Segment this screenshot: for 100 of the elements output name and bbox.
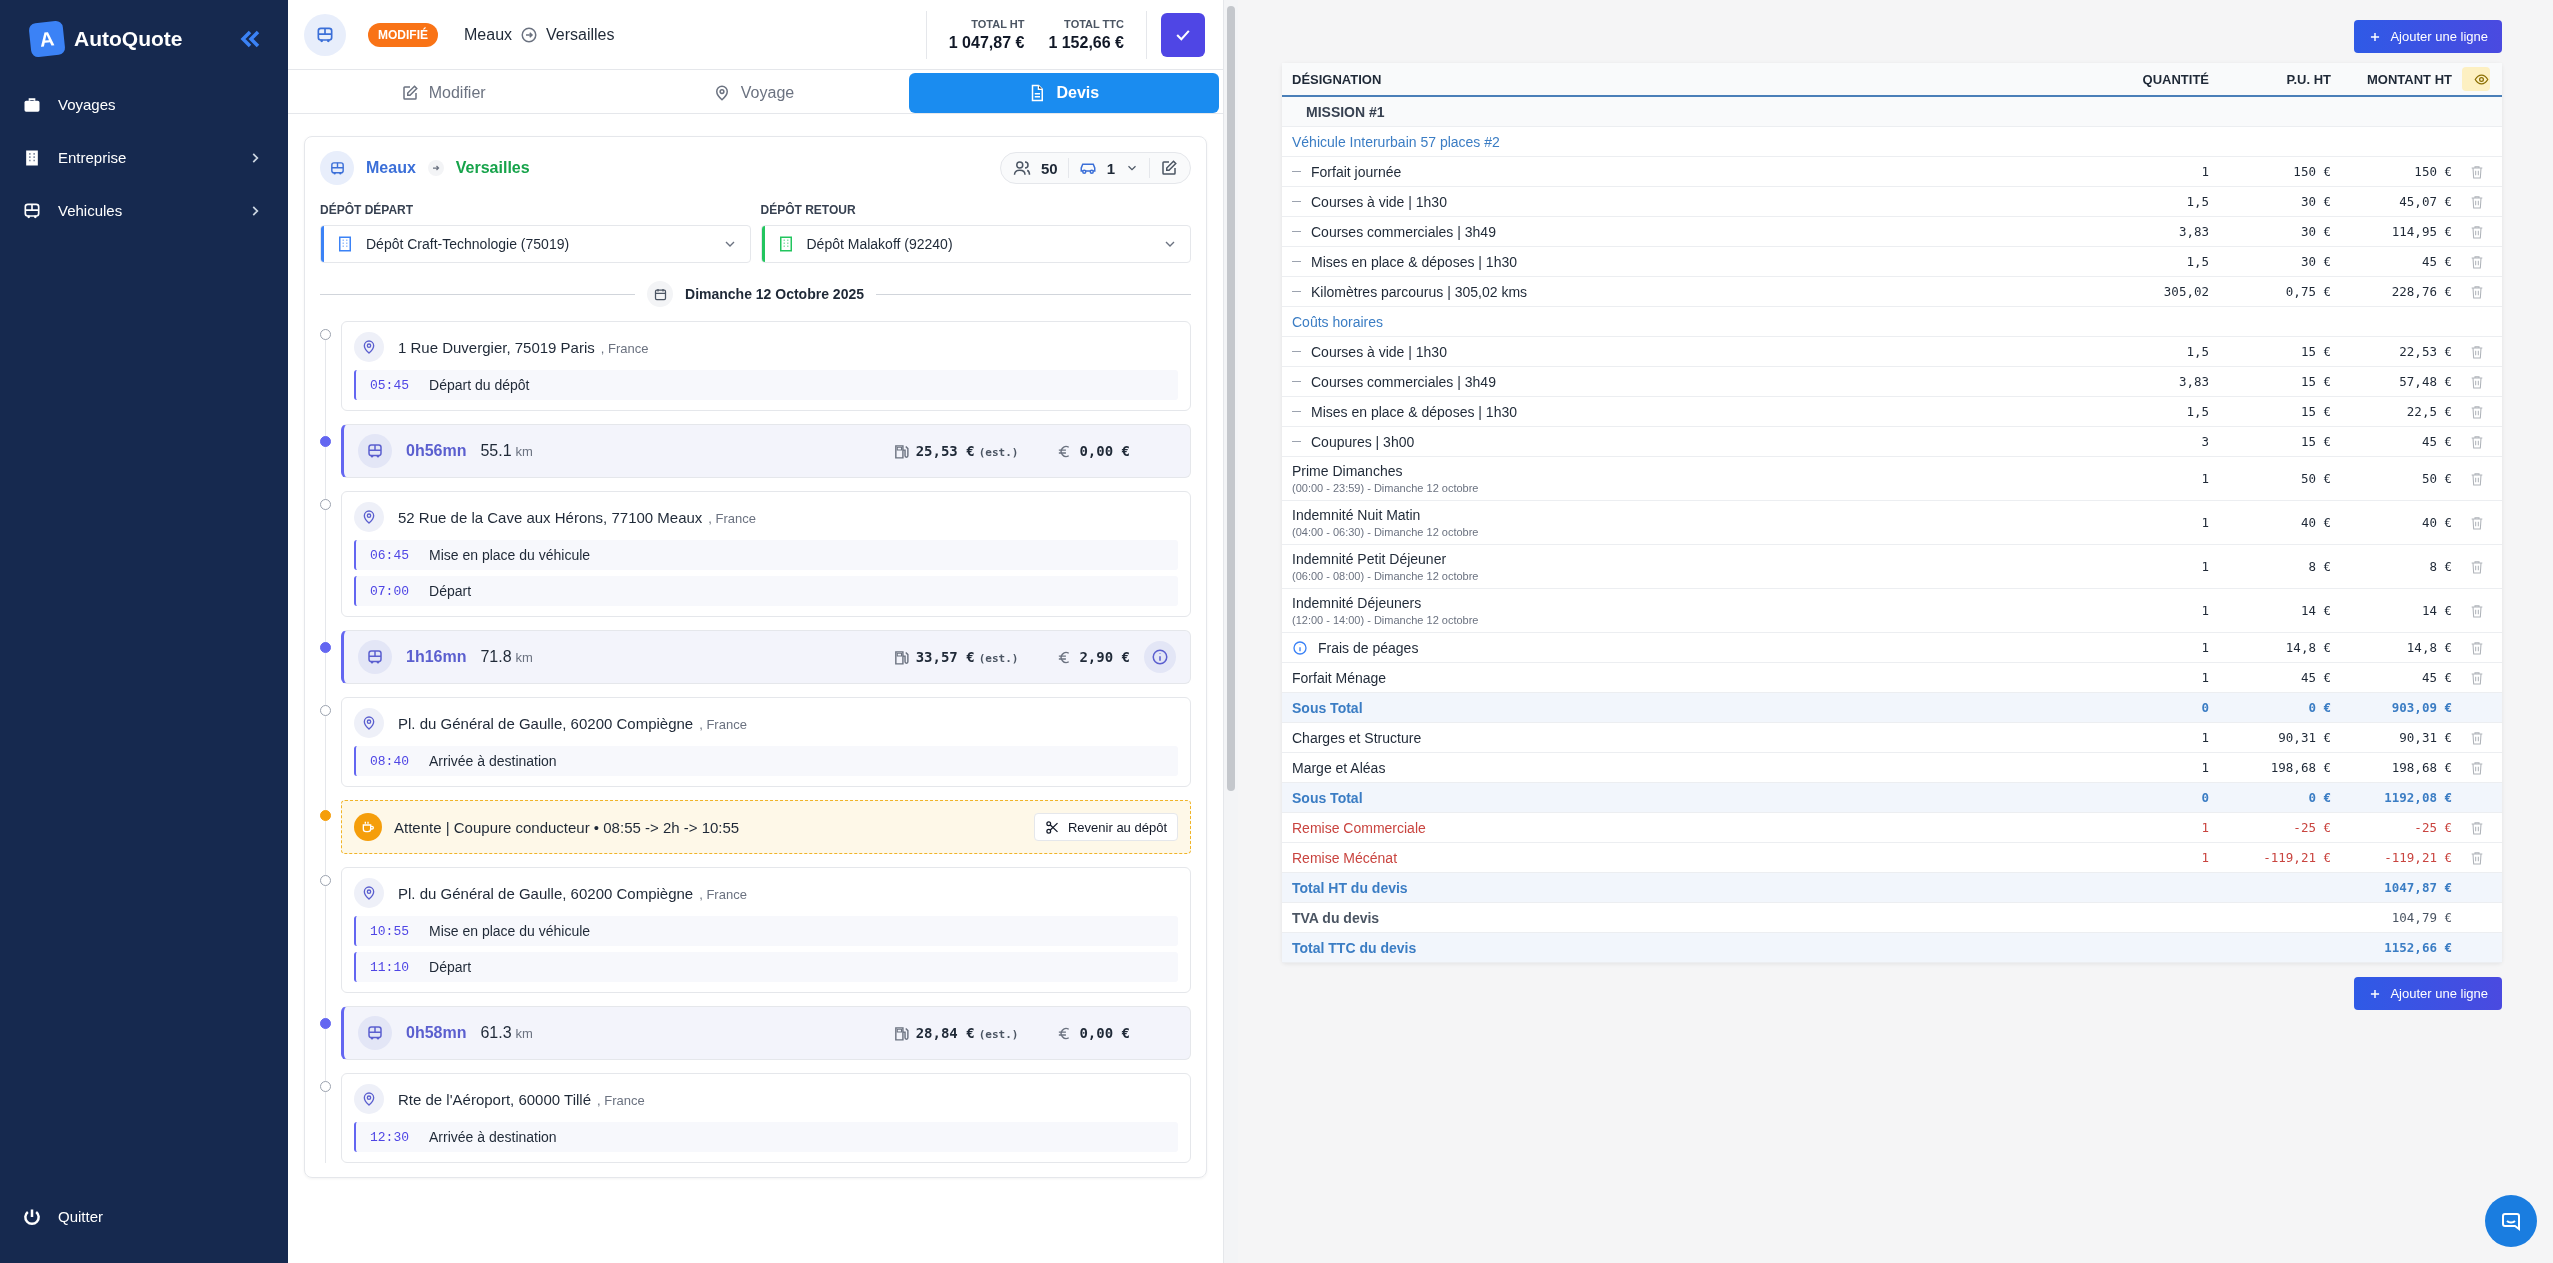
timeline-dot — [320, 1081, 331, 1092]
event-label: Départ — [429, 583, 472, 599]
quantity-cell-text: 3,83 — [2177, 374, 2209, 389]
fuel-cost: 33,57 € (est.) — [915, 649, 1019, 665]
line-label: Charges et Structure — [1292, 729, 1422, 746]
route-origin: Meaux — [464, 25, 513, 44]
wait-text: Attente | Coupure conducteur • 08:55 -> 2h -> 10:55 — [394, 818, 741, 836]
subtotal-label: Sous Total — [1291, 699, 1364, 716]
quantity-cell-text: 305,02 — [2162, 284, 2209, 299]
toll-cost: 2,90 € — [1079, 649, 1130, 665]
amount-cell-text: 14,8 € — [2405, 640, 2452, 655]
event-time: 10:55 — [370, 923, 409, 939]
bus-icon — [358, 640, 392, 674]
delete-icon[interactable] — [2469, 373, 2485, 390]
line-label: Prime Dimanches — [1292, 463, 1404, 479]
event-time: 07:00 — [370, 583, 409, 599]
amount-cell-text: 90,31 € — [2398, 730, 2452, 745]
calendar-icon — [647, 281, 673, 307]
unit-price-cell-text: 198,68 € — [2269, 760, 2331, 775]
delete-icon[interactable] — [2469, 639, 2485, 656]
delete-icon[interactable] — [2469, 343, 2485, 360]
amount-cell-text: 22,53 € — [2398, 344, 2452, 359]
line-label: Indemnité Petit Déjeuner — [1292, 551, 1448, 567]
drive-duration: 0h58mn — [406, 1024, 467, 1042]
sidebar-item[interactable]: Entreprise — [0, 131, 288, 184]
delete-icon[interactable] — [2469, 602, 2485, 619]
quit-button[interactable]: Quitter — [0, 1190, 288, 1243]
total-label: Total HT du devis — [1291, 879, 1409, 896]
timeline-dot — [320, 705, 331, 716]
delete-icon[interactable] — [2469, 669, 2485, 686]
quantity-cell-text: 1,5 — [2185, 344, 2209, 359]
delete-icon[interactable] — [2469, 433, 2485, 450]
timeline-dot — [320, 810, 331, 821]
quantity-cell-text: 0 — [2200, 790, 2209, 805]
event-label: Départ du dépôt — [429, 377, 530, 393]
unit-price-cell-text: 150 € — [2292, 164, 2331, 179]
line-detail: (12:00 - 14:00) - Dimanche 12 octobre — [1292, 614, 1480, 626]
delete-icon[interactable] — [2469, 759, 2485, 776]
timeline-dot — [320, 642, 331, 653]
delete-icon[interactable] — [2469, 514, 2485, 531]
location-pin-icon — [354, 878, 384, 908]
brand-name: AutoQuote — [74, 27, 184, 51]
add-line-button[interactable]: Ajouter une ligne — [2354, 20, 2502, 53]
field-label: DÉPÔT RETOUR — [760, 203, 857, 217]
status-badge: MODIFIÉ — [368, 22, 438, 47]
unit-price-cell-text: 30 € — [2299, 194, 2331, 209]
delete-icon[interactable] — [2469, 223, 2485, 240]
unit-price-cell-text: 0,75 € — [2284, 284, 2331, 299]
delete-icon[interactable] — [2469, 558, 2485, 575]
chat-button[interactable] — [2485, 1195, 2537, 1247]
event-time: 11:10 — [370, 959, 409, 975]
amount-cell-text: 1152,66 € — [2383, 940, 2452, 955]
people-icon — [1012, 159, 1031, 177]
sidebar-item[interactable]: Voyages — [0, 78, 288, 131]
vehicle-count[interactable]: 1 — [1106, 159, 1115, 177]
delete-icon[interactable] — [2469, 819, 2485, 836]
amount-cell-text: 104,79 € — [2390, 910, 2452, 925]
delete-icon[interactable] — [2469, 729, 2485, 746]
quantity-cell-text: 3 — [2200, 434, 2209, 449]
quantity-cell-text: 1 — [2200, 640, 2209, 655]
info-button[interactable] — [1144, 641, 1176, 673]
stop-address: Pl. du Général de Gaulle, 60200 Compiègne , France — [398, 714, 747, 732]
confirm-button[interactable] — [1161, 12, 1205, 57]
group-title: Coûts horaires — [1291, 313, 1385, 330]
quantity-cell-text: 1 — [2200, 471, 2209, 486]
sidebar-item[interactable]: Vehicules — [0, 184, 288, 237]
unit-price-cell-text: 15 € — [2299, 344, 2331, 359]
bus-icon — [320, 151, 354, 185]
total-label: TOTAL HT — [971, 17, 1025, 30]
visibility-toggle[interactable] — [2462, 67, 2490, 91]
delete-icon[interactable] — [2469, 163, 2485, 180]
info-icon[interactable] — [1292, 639, 1308, 656]
delete-icon[interactable] — [2469, 253, 2485, 270]
amount-cell-text: 198,68 € — [2390, 760, 2452, 775]
delete-icon[interactable] — [2469, 849, 2485, 866]
depot-select[interactable]: Dépôt Craft-Technologie (75019) — [320, 225, 751, 263]
delete-icon[interactable] — [2469, 403, 2485, 420]
column-header: DÉSIGNATION — [1291, 71, 1383, 87]
delete-icon[interactable] — [2469, 470, 2485, 487]
unit-price-cell-text: 8 € — [2307, 559, 2331, 574]
add-line-button[interactable]: Ajouter une ligne — [2354, 977, 2502, 1010]
depot-select[interactable]: Dépôt Malakoff (92240) — [760, 225, 1191, 263]
line-label: Frais de péages — [1318, 639, 1419, 656]
delete-icon[interactable] — [2469, 283, 2485, 300]
drive-duration: 1h16mn — [406, 648, 467, 666]
trip-date: Dimanche 12 Octobre 2025 — [685, 286, 864, 302]
edit-icon[interactable] — [1160, 159, 1178, 177]
discount-label: Remise Mécénat — [1291, 849, 1399, 866]
return-to-depot-button[interactable]: Revenir au dépôt — [1034, 813, 1178, 841]
quantity-cell-text: 1 — [2200, 760, 2209, 775]
timeline-dot — [320, 875, 331, 886]
bus-icon — [304, 13, 346, 56]
unit-price-cell-text: 15 € — [2299, 374, 2331, 389]
trip-destination: Versailles — [455, 159, 530, 177]
column-header: MONTANT HT — [2366, 71, 2452, 87]
amount-cell-text: 57,48 € — [2398, 374, 2452, 389]
logo-icon: A — [28, 20, 66, 58]
delete-icon[interactable] — [2469, 193, 2485, 210]
passenger-count: 50 — [1040, 159, 1058, 177]
stop-address: Pl. du Général de Gaulle, 60200 Compiègne , France — [398, 884, 747, 902]
